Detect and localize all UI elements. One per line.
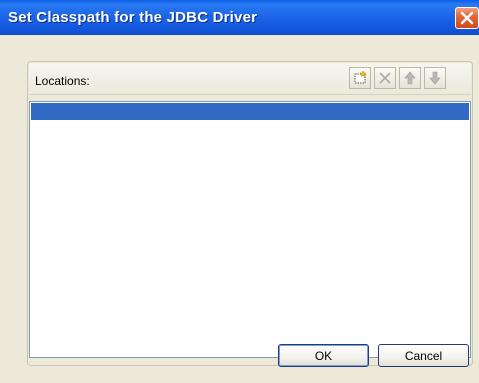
locations-label: Locations: [35,74,90,88]
add-location-button[interactable] [349,67,371,89]
ok-button[interactable]: OK [278,344,369,367]
close-icon [460,11,474,25]
dialog-window: Set Classpath for the JDBC Driver Locati… [0,0,479,383]
dialog-body: Locations: OK Cancel [0,35,479,383]
cancel-button[interactable]: Cancel [378,344,469,367]
locations-header: Locations: [29,63,471,95]
locations-list[interactable] [29,101,471,358]
remove-location-button[interactable] [374,67,396,89]
title-bar[interactable]: Set Classpath for the JDBC Driver [0,0,479,35]
close-button[interactable] [455,7,479,29]
list-item[interactable] [31,103,469,120]
arrow-down-icon [427,70,443,86]
delete-x-icon [377,70,393,86]
locations-group: Locations: [27,61,473,366]
move-down-button[interactable] [424,67,446,89]
arrow-up-icon [402,70,418,86]
move-up-button[interactable] [399,67,421,89]
window-title: Set Classpath for the JDBC Driver [8,9,258,26]
new-folder-icon [352,70,368,86]
